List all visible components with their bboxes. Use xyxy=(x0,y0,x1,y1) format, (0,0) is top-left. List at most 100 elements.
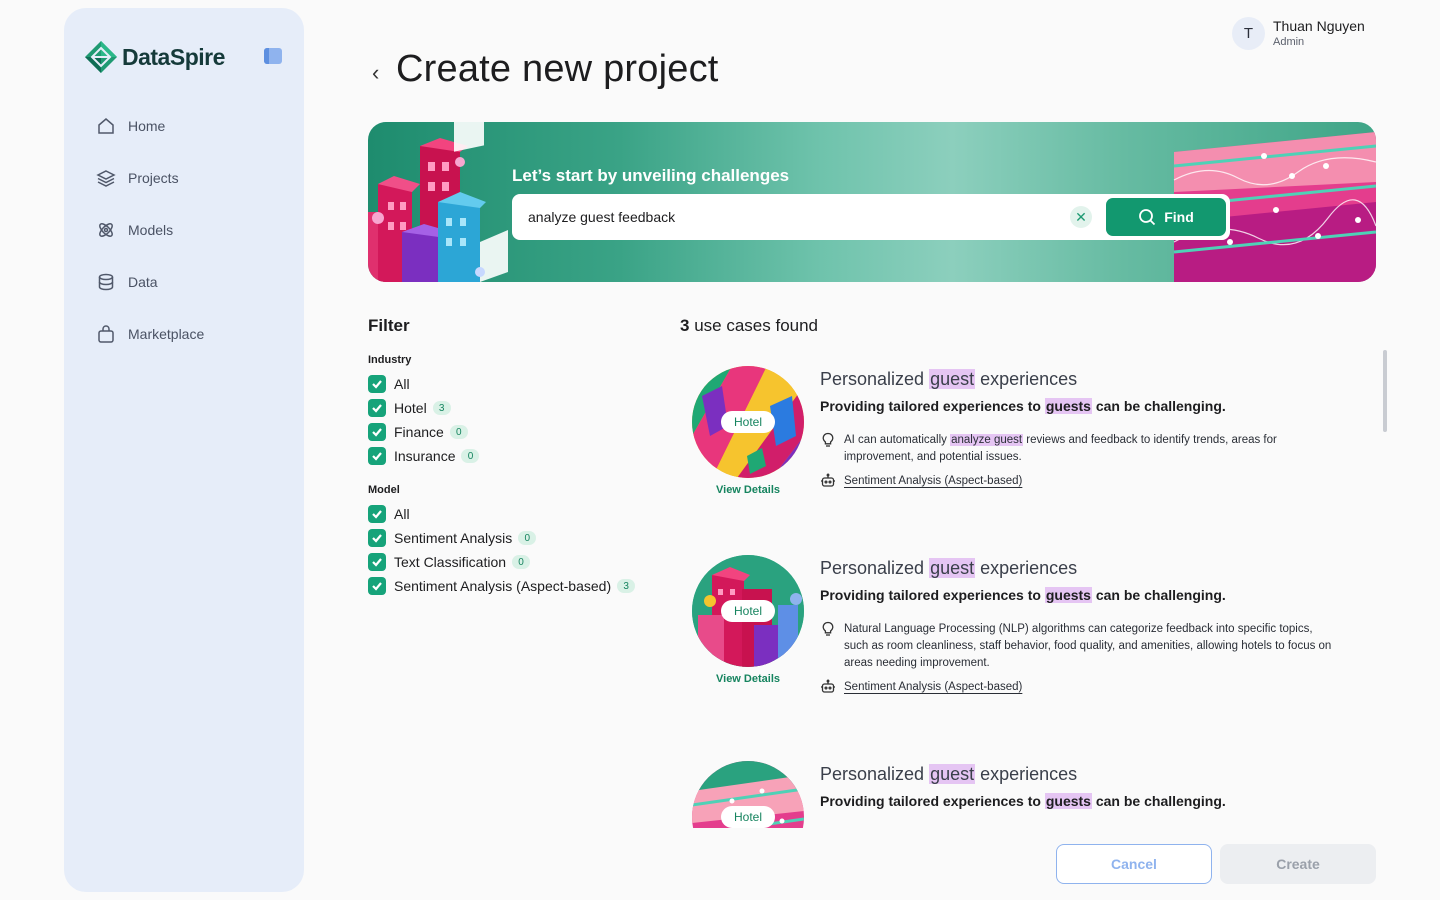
user-menu[interactable]: T Thuan Nguyen Admin xyxy=(1232,17,1365,50)
search-input[interactable] xyxy=(528,209,1048,225)
count-badge: 3 xyxy=(432,401,451,415)
use-case-thumbnail[interactable]: Hotel xyxy=(692,761,804,828)
industry-label: Industry xyxy=(368,354,412,366)
filter-option-label: Insurance xyxy=(394,448,456,464)
dataspire-logo-icon xyxy=(85,41,117,73)
results-number: 3 xyxy=(680,316,690,335)
search-banner: Let’s start by unveiling challenges ✕ Fi… xyxy=(368,122,1376,282)
shopping-bag-icon xyxy=(98,325,114,343)
results-count: 3 use cases found xyxy=(680,316,818,336)
check-icon xyxy=(372,380,382,389)
checkbox-checked[interactable] xyxy=(368,399,386,417)
sub-highlight: guests xyxy=(1044,398,1092,414)
model-link[interactable]: Sentiment Analysis (Aspect-based) xyxy=(844,475,1022,487)
search-box: ✕ Find xyxy=(512,194,1230,240)
sidebar-item-home[interactable]: Home xyxy=(96,112,276,140)
sub-text: can be challenging. xyxy=(1091,793,1226,809)
filter-option-label: Finance xyxy=(394,424,444,440)
desc-text: AI can automatically xyxy=(844,434,951,446)
database-icon xyxy=(98,273,114,291)
find-button[interactable]: Find xyxy=(1106,198,1226,236)
sidebar-item-label: Data xyxy=(128,274,158,290)
industry-tag: Hotel xyxy=(721,806,775,828)
sidebar-item-label: Marketplace xyxy=(128,326,205,342)
industry-filter-group: Industry All Hotel 3 Finance 0 Insurance… xyxy=(368,354,658,468)
count-badge: 0 xyxy=(512,555,531,569)
home-icon xyxy=(98,118,114,134)
lightbulb-icon xyxy=(822,432,834,447)
use-case-thumbnail[interactable]: Hotel xyxy=(692,555,804,667)
logo[interactable]: DataSpire xyxy=(84,40,225,74)
checkbox-checked[interactable] xyxy=(368,553,386,571)
filter-option-label: All xyxy=(394,376,410,392)
industry-tag: Hotel xyxy=(721,600,775,622)
checkbox-checked[interactable] xyxy=(368,447,386,465)
solution-text: Natural Language Processing (NLP) algori… xyxy=(844,623,1332,669)
sub-text: Providing tailored experiences to xyxy=(820,398,1045,414)
sidebar-item-projects[interactable]: Projects xyxy=(96,164,276,192)
filter-option-label: Hotel xyxy=(394,400,427,416)
check-icon xyxy=(372,534,382,543)
clear-search-icon[interactable]: ✕ xyxy=(1070,206,1092,228)
filter-industry-finance[interactable]: Finance 0 xyxy=(368,420,658,444)
results-list[interactable]: Hotel View Details Personalized guest ex… xyxy=(680,350,1376,828)
results-suffix: use cases found xyxy=(694,316,819,335)
robot-icon xyxy=(821,679,835,693)
cancel-button[interactable]: Cancel xyxy=(1056,844,1212,884)
chevron-left-icon[interactable]: ‹ xyxy=(372,60,379,86)
use-case-title: Personalized guest experiences xyxy=(820,369,1077,390)
title-highlight: guest xyxy=(929,558,976,578)
title-text: Personalized xyxy=(820,764,930,784)
sidebar-item-label: Models xyxy=(128,222,174,238)
filter-industry-insurance[interactable]: Insurance 0 xyxy=(368,444,658,468)
checkbox-checked[interactable] xyxy=(368,423,386,441)
sub-highlight: guests xyxy=(1044,793,1092,809)
use-case-challenge: Providing tailored experiences to guests… xyxy=(820,398,1226,414)
check-icon xyxy=(372,510,382,519)
robot-icon xyxy=(821,473,835,487)
sub-text: Providing tailored experiences to xyxy=(820,793,1045,809)
sidebar-collapse-icon[interactable] xyxy=(264,48,282,64)
use-case-thumbnail[interactable]: Hotel xyxy=(692,366,804,478)
filter-option-label: Text Classification xyxy=(394,554,507,570)
layers-icon xyxy=(96,170,116,187)
filter-title: Filter xyxy=(368,316,410,335)
model-filter-group: Model All Sentiment Analysis 0 Text Clas… xyxy=(368,484,658,598)
brand-name: DataSpire xyxy=(122,43,225,70)
filter-option-label: Sentiment Analysis xyxy=(394,530,513,546)
filter-model-text-classification[interactable]: Text Classification 0 xyxy=(368,550,658,574)
sidebar-item-marketplace[interactable]: Marketplace xyxy=(96,320,276,348)
filter-industry-all[interactable]: All xyxy=(368,372,658,396)
check-icon xyxy=(372,404,382,413)
solution-text: AI can automatically analyze guest revie… xyxy=(844,432,1340,466)
filter-model-all[interactable]: All xyxy=(368,502,658,526)
filter-model-sentiment-analysis[interactable]: Sentiment Analysis 0 xyxy=(368,526,658,550)
checkbox-checked[interactable] xyxy=(368,375,386,393)
title-highlight: guest xyxy=(929,369,976,389)
sidebar-item-data[interactable]: Data xyxy=(96,268,276,296)
use-case-model: Sentiment Analysis (Aspect-based) xyxy=(820,473,1022,489)
checkbox-checked[interactable] xyxy=(368,529,386,547)
sidebar: DataSpire Home Projects Models Data Mark… xyxy=(64,8,304,892)
filter-industry-hotel[interactable]: Hotel 3 xyxy=(368,396,658,420)
checkbox-checked[interactable] xyxy=(368,505,386,523)
user-role: Admin xyxy=(1273,36,1305,48)
view-details-link[interactable]: View Details xyxy=(716,484,780,496)
model-link[interactable]: Sentiment Analysis (Aspect-based) xyxy=(844,681,1022,693)
title-text: experiences xyxy=(975,369,1078,389)
use-case-title: Personalized guest experiences xyxy=(820,764,1077,785)
checkbox-checked[interactable] xyxy=(368,577,386,595)
view-details-link[interactable]: View Details xyxy=(716,673,780,685)
filter-model-sentiment-aspect[interactable]: Sentiment Analysis (Aspect-based) 3 xyxy=(368,574,658,598)
use-case-challenge: Providing tailored experiences to guests… xyxy=(820,793,1226,809)
search-icon xyxy=(1139,209,1156,226)
results-scrollbar[interactable] xyxy=(1383,350,1387,432)
lightbulb-icon xyxy=(822,621,834,636)
user-name: Thuan Nguyen xyxy=(1273,18,1365,34)
filter-panel: Filter Industry All Hotel 3 Finance 0 In… xyxy=(368,316,658,614)
sub-highlight: guests xyxy=(1044,587,1092,603)
create-button[interactable]: Create xyxy=(1220,844,1376,884)
page-title: Create new project xyxy=(396,48,719,90)
sidebar-item-models[interactable]: Models xyxy=(96,216,276,244)
banner-title: Let’s start by unveiling challenges xyxy=(512,166,790,185)
